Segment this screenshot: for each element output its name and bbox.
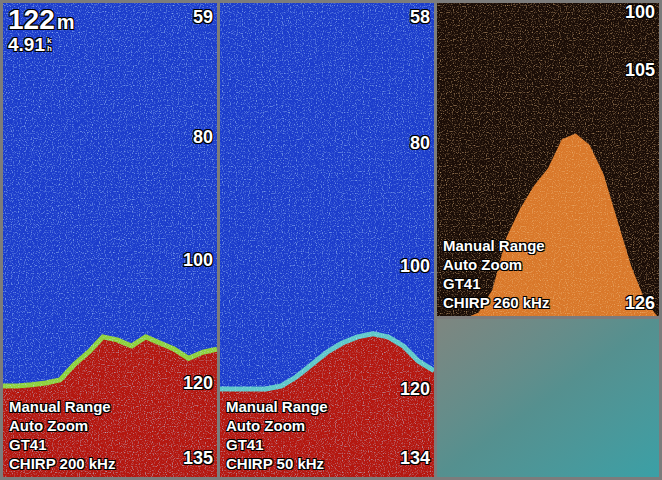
panel-info: Manual RangeAuto ZoomGT41CHIRP 260 kHz — [443, 236, 549, 312]
panel-frame: 100 105 126 Manual RangeAuto ZoomGT41CHIRP … — [437, 3, 659, 316]
readout: 122m4.91kh — [8, 6, 75, 54]
depth-tick: 100 — [625, 3, 655, 21]
depth-tick: 120 — [400, 380, 430, 398]
info-label: GT41 — [226, 435, 328, 454]
panel-info: Manual RangeAuto ZoomGT41CHIRP 200 kHz — [9, 397, 115, 473]
info-label: CHIRP 200 kHz — [9, 454, 115, 473]
panel-frame: 58 80 100 120 134 Manual RangeAuto ZoomGT41CH… — [220, 3, 434, 477]
info-label: CHIRP 50 kHz — [226, 454, 328, 473]
depth-tick: 120 — [183, 374, 213, 392]
empty-pane — [437, 319, 659, 477]
sonar-panel: 100 105 126 Manual RangeAuto ZoomGT41CHIRP … — [437, 3, 659, 316]
depth-tick: 80 — [410, 134, 430, 152]
depth-tick: 59 — [193, 8, 213, 26]
depth-tick: 105 — [625, 61, 655, 79]
depth-tick: 126 — [625, 294, 655, 312]
info-label: GT41 — [9, 435, 115, 454]
depth-readout: 122m — [8, 6, 75, 34]
info-label: CHIRP 260 kHz — [443, 293, 549, 312]
info-label: Auto Zoom — [443, 255, 549, 274]
sonar-panel: 122m4.91kh 59 80 100 120 135 Manual RangeAuto … — [3, 3, 217, 477]
depth-tick: 58 — [410, 8, 430, 26]
depth-tick: 134 — [400, 449, 430, 467]
right-column: 100 105 126 Manual RangeAuto ZoomGT41CHIRP … — [437, 3, 659, 477]
info-label: GT41 — [443, 274, 549, 293]
fishfinder-screen: 122m4.91kh5980100120135Manual RangeAuto … — [0, 0, 662, 480]
depth-tick: 100 — [400, 257, 430, 275]
panel-frame: 122m4.91kh 59 80 100 120 135 Manual RangeAuto … — [3, 3, 217, 477]
info-label: Auto Zoom — [226, 416, 328, 435]
info-label: Manual Range — [443, 236, 549, 255]
sonar-panel: 58 80 100 120 134 Manual RangeAuto ZoomGT41CH… — [220, 3, 434, 477]
info-label: Manual Range — [9, 397, 115, 416]
depth-tick: 100 — [183, 251, 213, 269]
panel-info: Manual RangeAuto ZoomGT41CHIRP 50 kHz — [226, 397, 328, 473]
info-label: Manual Range — [226, 397, 328, 416]
depth-tick: 135 — [183, 449, 213, 467]
depth-tick: 80 — [193, 128, 213, 146]
info-label: Auto Zoom — [9, 416, 115, 435]
speed-readout: 4.91kh — [8, 35, 75, 54]
